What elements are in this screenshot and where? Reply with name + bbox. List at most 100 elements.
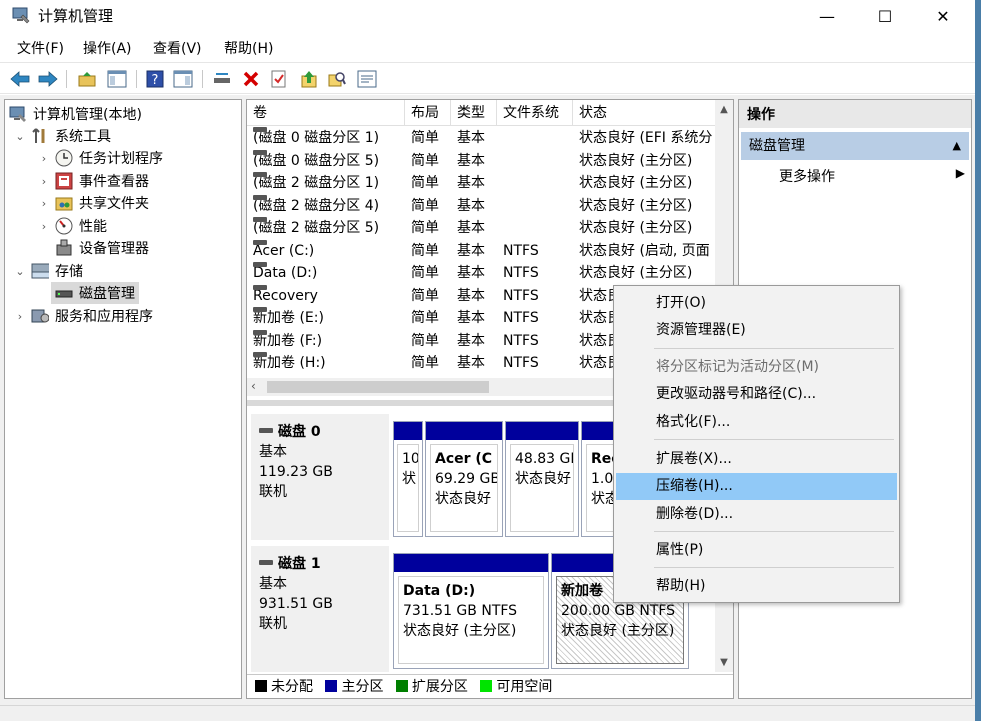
computer-management-icon (9, 105, 27, 123)
volume-name: (磁盘 0 磁盘分区 5) (253, 152, 380, 169)
disk-state: 联机 (259, 484, 287, 500)
column-header-layout[interactable]: 布局 (405, 100, 451, 126)
search-folder-icon[interactable] (326, 68, 348, 90)
partition-size: 10 (402, 451, 419, 467)
partition-size: 200.00 GB NTFS (561, 603, 676, 619)
cell-status: 状态良好 (主分区) (579, 265, 693, 281)
close-button[interactable]: ✕ (920, 0, 966, 32)
check-icon[interactable] (268, 68, 290, 90)
partition[interactable]: Acer (C 69.29 GB 状态良好 (425, 421, 503, 537)
table-row[interactable]: Data (D:) 简单 基本 NTFS 状态良好 (主分区) (247, 262, 715, 285)
menu-separator (654, 567, 894, 568)
tree-item-services-apps[interactable]: › 服务和应用程序 (13, 305, 153, 327)
upload-icon[interactable] (298, 68, 320, 90)
legend-swatch-primary (325, 680, 338, 692)
cell-type: 基本 (457, 130, 485, 146)
ctx-open[interactable]: 打开(O) (616, 290, 897, 317)
delete-icon[interactable] (240, 68, 262, 90)
chevron-down-icon[interactable]: ⌄ (13, 265, 27, 278)
help-icon[interactable]: ? (144, 68, 166, 90)
ctx-explorer[interactable]: 资源管理器(E) (616, 317, 897, 344)
column-header-type[interactable]: 类型 (451, 100, 497, 126)
show-tree-icon[interactable] (106, 68, 128, 90)
ctx-properties[interactable]: 属性(P) (616, 537, 897, 564)
disk-name-row: 磁盘 1 (259, 554, 389, 574)
ctx-format[interactable]: 格式化(F)... (616, 409, 897, 436)
menu-view[interactable]: 查看(V) (153, 34, 202, 58)
tree-label: 性能 (79, 219, 107, 235)
chevron-right-icon[interactable]: › (37, 152, 51, 165)
column-header-status[interactable]: 状态 (573, 100, 715, 126)
table-row[interactable]: (磁盘 0 磁盘分区 1) 简单 基本 状态良好 (EFI 系统分 (247, 127, 715, 150)
minimize-button[interactable]: — (804, 0, 850, 32)
scroll-down-icon[interactable]: ▼ (715, 657, 733, 668)
tree-item-shared-folders[interactable]: › 共享文件夹 (37, 192, 149, 214)
partition[interactable]: 10 状 (393, 421, 423, 537)
tree-item-disk-management[interactable]: 磁盘管理 (51, 282, 139, 304)
toolbar-separator (66, 70, 67, 88)
column-header-volume[interactable]: 卷 (247, 100, 405, 126)
tree-label: 设备管理器 (79, 241, 149, 257)
ctx-help[interactable]: 帮助(H) (616, 573, 897, 600)
ctx-delete-volume[interactable]: 删除卷(D)... (616, 501, 897, 528)
connect-drive-icon[interactable] (211, 68, 233, 90)
cell-name: 新加卷 (F:) (253, 329, 403, 352)
volume-name: 新加卷 (E:) (253, 310, 324, 326)
back-arrow-icon[interactable] (9, 68, 31, 90)
chevron-down-icon[interactable]: ⌄ (13, 130, 27, 143)
tree-item-task-scheduler[interactable]: › 任务计划程序 (37, 147, 163, 169)
scroll-left-icon[interactable]: ‹ (251, 379, 256, 393)
table-row[interactable]: (磁盘 2 磁盘分区 1) 简单 基本 状态良好 (主分区) (247, 172, 715, 195)
tree-item-performance[interactable]: › 性能 (37, 215, 107, 237)
chevron-right-icon[interactable]: › (37, 220, 51, 233)
more-actions-item[interactable]: 更多操作 ▶ (779, 166, 965, 186)
properties-list-icon[interactable] (356, 68, 378, 90)
table-row[interactable]: (磁盘 2 磁盘分区 4) 简单 基本 状态良好 (主分区) (247, 194, 715, 218)
collapse-up-icon[interactable]: ▲ (953, 132, 961, 160)
ctx-change-drive-letter[interactable]: 更改驱动器号和路径(C)... (616, 381, 897, 408)
actions-section-disk-management[interactable]: 磁盘管理 ▲ (741, 132, 969, 160)
partition-data-d[interactable]: Data (D:) 731.51 GB NTFS 状态良好 (主分区) (393, 553, 549, 669)
context-menu: 打开(O) 资源管理器(E) 将分区标记为活动分区(M) 更改驱动器号和路径(C… (613, 285, 900, 603)
table-row[interactable]: Acer (C:) 简单 基本 NTFS 状态良好 (启动, 页面 (247, 239, 715, 263)
tree-item-device-manager[interactable]: 设备管理器 (51, 237, 149, 259)
chevron-right-icon[interactable]: › (37, 175, 51, 188)
table-row[interactable]: (磁盘 2 磁盘分区 5) 简单 基本 状态良好 (主分区) (247, 217, 715, 240)
cell-layout: 简单 (411, 242, 439, 259)
chevron-right-icon[interactable]: › (37, 197, 51, 210)
ctx-shrink-volume[interactable]: 压缩卷(H)... (616, 473, 897, 500)
volume-icon (253, 352, 267, 357)
table-row[interactable]: (磁盘 0 磁盘分区 5) 简单 基本 状态良好 (主分区) (247, 149, 715, 173)
scroll-up-icon[interactable]: ▲ (715, 104, 733, 115)
scroll-thumb[interactable] (267, 381, 489, 393)
tree-item-storage[interactable]: ⌄ 存储 (13, 260, 83, 282)
forward-arrow-icon[interactable] (37, 68, 59, 90)
menu-file[interactable]: 文件(F) (17, 34, 64, 58)
desktop-edge (975, 0, 981, 721)
ctx-extend-volume[interactable]: 扩展卷(X)... (616, 446, 897, 473)
tree-item-root[interactable]: 计算机管理(本地) (9, 103, 142, 125)
disk-size: 119.23 GB (259, 464, 333, 480)
column-header-filesystem[interactable]: 文件系统 (497, 100, 573, 126)
disk-name: 磁盘 1 (278, 556, 321, 572)
partition-name: Data (D:) (403, 583, 476, 599)
disk-0-label[interactable]: 磁盘 0 基本 119.23 GB 联机 (251, 414, 389, 540)
menu-help[interactable]: 帮助(H) (224, 34, 273, 58)
computer-management-icon (12, 6, 30, 24)
maximize-button[interactable]: ☐ (862, 0, 908, 32)
cell-layout: 简单 (411, 265, 439, 281)
chevron-right-icon[interactable]: › (13, 310, 27, 323)
menu-action[interactable]: 操作(A) (83, 34, 132, 58)
volume-icon (253, 217, 267, 222)
volume-icon (253, 194, 267, 200)
legend-label: 可用空间 (496, 679, 553, 695)
partition-body: 48.83 GB 状态良好 (510, 444, 574, 532)
tree-item-event-viewer[interactable]: › 事件查看器 (37, 170, 149, 192)
partition-name: Acer (C (435, 451, 493, 467)
show-action-pane-icon[interactable] (172, 68, 194, 90)
legend-label: 未分配 (271, 679, 313, 695)
tree-item-system-tools[interactable]: ⌄ 系统工具 (13, 125, 111, 147)
partition[interactable]: 48.83 GB 状态良好 (505, 421, 579, 537)
up-folder-icon[interactable] (76, 68, 98, 90)
disk-1-label[interactable]: 磁盘 1 基本 931.51 GB 联机 (251, 546, 389, 672)
